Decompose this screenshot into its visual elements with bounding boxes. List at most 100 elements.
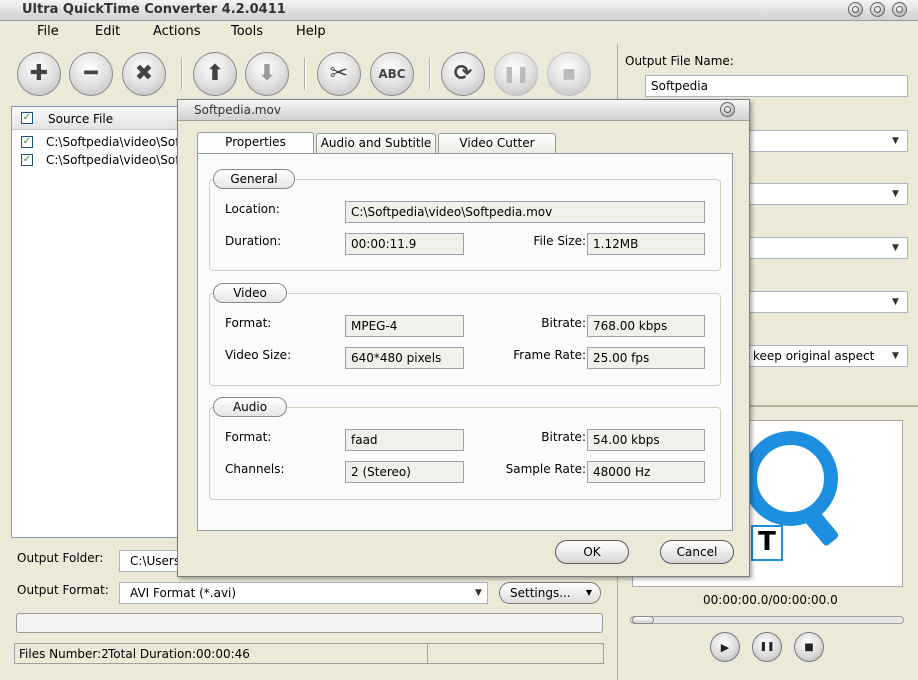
aspect-select[interactable]: keep original aspect ▼: [748, 345, 908, 367]
seek-slider-thumb[interactable]: [632, 616, 654, 624]
close-button[interactable]: [892, 2, 907, 17]
duration-label: Duration:: [225, 234, 282, 248]
chevron-down-icon: ▼: [892, 243, 899, 253]
output-file-name-label: Output File Name:: [625, 54, 734, 68]
toolbar-separator: [429, 58, 431, 90]
play-button[interactable]: ▶: [710, 632, 740, 662]
video-size-select[interactable]: ▼: [748, 237, 908, 259]
frame-rate-field: 25.00 fps: [587, 347, 705, 369]
logo-letter: T: [751, 525, 783, 561]
x-icon: ✖: [134, 61, 154, 86]
output-folder-label: Output Folder:: [17, 551, 104, 565]
arrow-down-icon: ⬇: [257, 61, 277, 86]
dialog-title-bar: Softpedia.mov: [178, 100, 749, 121]
rename-button[interactable]: ABC: [370, 52, 414, 96]
chevron-down-icon: ▼: [892, 189, 899, 199]
seek-slider[interactable]: [630, 616, 904, 624]
dialog-close-button[interactable]: [720, 102, 735, 117]
video-bitrate-label: Bitrate:: [541, 316, 586, 330]
chevron-down-icon[interactable]: ▼: [470, 583, 487, 603]
bitrate-select[interactable]: ▼: [748, 291, 908, 313]
menu-tools[interactable]: Tools: [231, 24, 263, 39]
pause-icon: ❚❚: [502, 64, 530, 83]
toolbar-separator: [304, 58, 306, 90]
source-file-column-header[interactable]: Source File: [48, 112, 113, 126]
duration-field: 00:00:11.9: [345, 233, 464, 255]
clear-list-button[interactable]: ✖: [122, 52, 166, 96]
video-legend: Video: [213, 283, 287, 303]
cancel-button[interactable]: Cancel: [660, 540, 734, 564]
channels-label: Channels:: [225, 462, 285, 476]
arrow-up-icon: ⬆: [205, 61, 225, 86]
preview-pause-button[interactable]: ❚❚: [752, 632, 782, 662]
location-label: Location:: [225, 202, 280, 216]
properties-dialog: Softpedia.mov Properties Audio and Subti…: [177, 99, 750, 577]
output-file-name-input[interactable]: Softpedia: [645, 75, 908, 97]
menu-bar: File Edit Actions Tools Help: [0, 21, 612, 42]
settings-button[interactable]: Settings... ▼: [499, 582, 601, 604]
source-file-path: C:\Softpedia\video\Soft: [46, 135, 184, 149]
chevron-down-icon: ▼: [892, 297, 899, 307]
window-title: Ultra QuickTime Converter 4.2.0411: [22, 2, 286, 17]
pause-icon: ❚❚: [759, 642, 775, 652]
play-icon: ▶: [720, 640, 730, 654]
menu-help[interactable]: Help: [296, 24, 326, 39]
stop-button[interactable]: ■: [547, 52, 591, 96]
video-codec-select[interactable]: ▼: [748, 183, 908, 205]
menu-actions[interactable]: Actions: [153, 24, 201, 39]
video-format-field: MPEG-4: [345, 315, 464, 337]
logo-handle: [800, 504, 840, 548]
preview-stop-button[interactable]: ■: [794, 632, 824, 662]
tab-video-cutter[interactable]: Video Cutter: [438, 133, 556, 153]
minimize-button[interactable]: [848, 2, 863, 17]
audio-legend: Audio: [213, 397, 287, 417]
source-file-path: C:\Softpedia\video\Soft: [46, 153, 184, 167]
frame-rate-label: Frame Rate:: [513, 348, 586, 362]
output-format-value: AVI Format (*.avi): [130, 586, 237, 600]
maximize-button[interactable]: [870, 2, 885, 17]
stop-icon: ■: [562, 66, 576, 82]
move-down-button[interactable]: ⬇: [245, 52, 289, 96]
scissors-icon: ✂: [329, 61, 349, 86]
ok-button[interactable]: OK: [555, 540, 629, 564]
row-checkbox[interactable]: ✓: [21, 136, 33, 148]
plus-icon: ✚: [29, 61, 49, 86]
remove-file-button[interactable]: ━: [69, 52, 113, 96]
tab-audio-subtitle[interactable]: Audio and Subtitle: [316, 133, 436, 153]
toolbar-separator: [181, 58, 183, 90]
add-file-button[interactable]: ✚: [17, 52, 61, 96]
location-field: C:\Softpedia\video\Softpedia.mov: [345, 201, 705, 223]
status-divider: [427, 644, 428, 663]
move-up-button[interactable]: ⬆: [193, 52, 237, 96]
menu-file[interactable]: File: [37, 24, 59, 39]
tab-properties[interactable]: Properties: [197, 132, 314, 154]
general-legend: General: [213, 169, 295, 189]
file-size-field: 1.12MB: [587, 233, 705, 255]
video-format-label: Format:: [225, 316, 272, 330]
convert-button[interactable]: ⟳: [441, 52, 485, 96]
cut-button[interactable]: ✂: [317, 52, 361, 96]
minus-icon: ━: [84, 61, 98, 86]
output-format-select[interactable]: AVI Format (*.avi) ▼: [119, 582, 488, 604]
output-format-label: Output Format:: [17, 583, 109, 597]
chevron-down-icon: ▼: [892, 351, 899, 361]
audio-bitrate-field: 54.00 kbps: [587, 429, 705, 451]
stop-icon: ■: [804, 641, 814, 653]
conversion-progress-bar: [16, 613, 603, 633]
row-checkbox[interactable]: ✓: [21, 154, 33, 166]
chevron-down-icon: ▼: [585, 588, 592, 597]
menu-edit[interactable]: Edit: [95, 24, 120, 39]
aspect-value: keep original aspect: [753, 349, 875, 363]
channels-field: 2 (Stereo): [345, 461, 464, 483]
pause-button[interactable]: ❚❚: [494, 52, 538, 96]
general-group: [209, 179, 721, 271]
profile-select[interactable]: ▼: [748, 130, 908, 152]
audio-format-label: Format:: [225, 430, 272, 444]
select-all-checkbox[interactable]: ✓: [21, 112, 33, 124]
file-size-label: File Size:: [533, 234, 586, 248]
video-size-label: Video Size:: [225, 348, 292, 362]
audio-format-field: faad: [345, 429, 464, 451]
quicktime-logo-icon: [743, 431, 838, 526]
video-group: [209, 293, 721, 386]
audio-bitrate-label: Bitrate:: [541, 430, 586, 444]
